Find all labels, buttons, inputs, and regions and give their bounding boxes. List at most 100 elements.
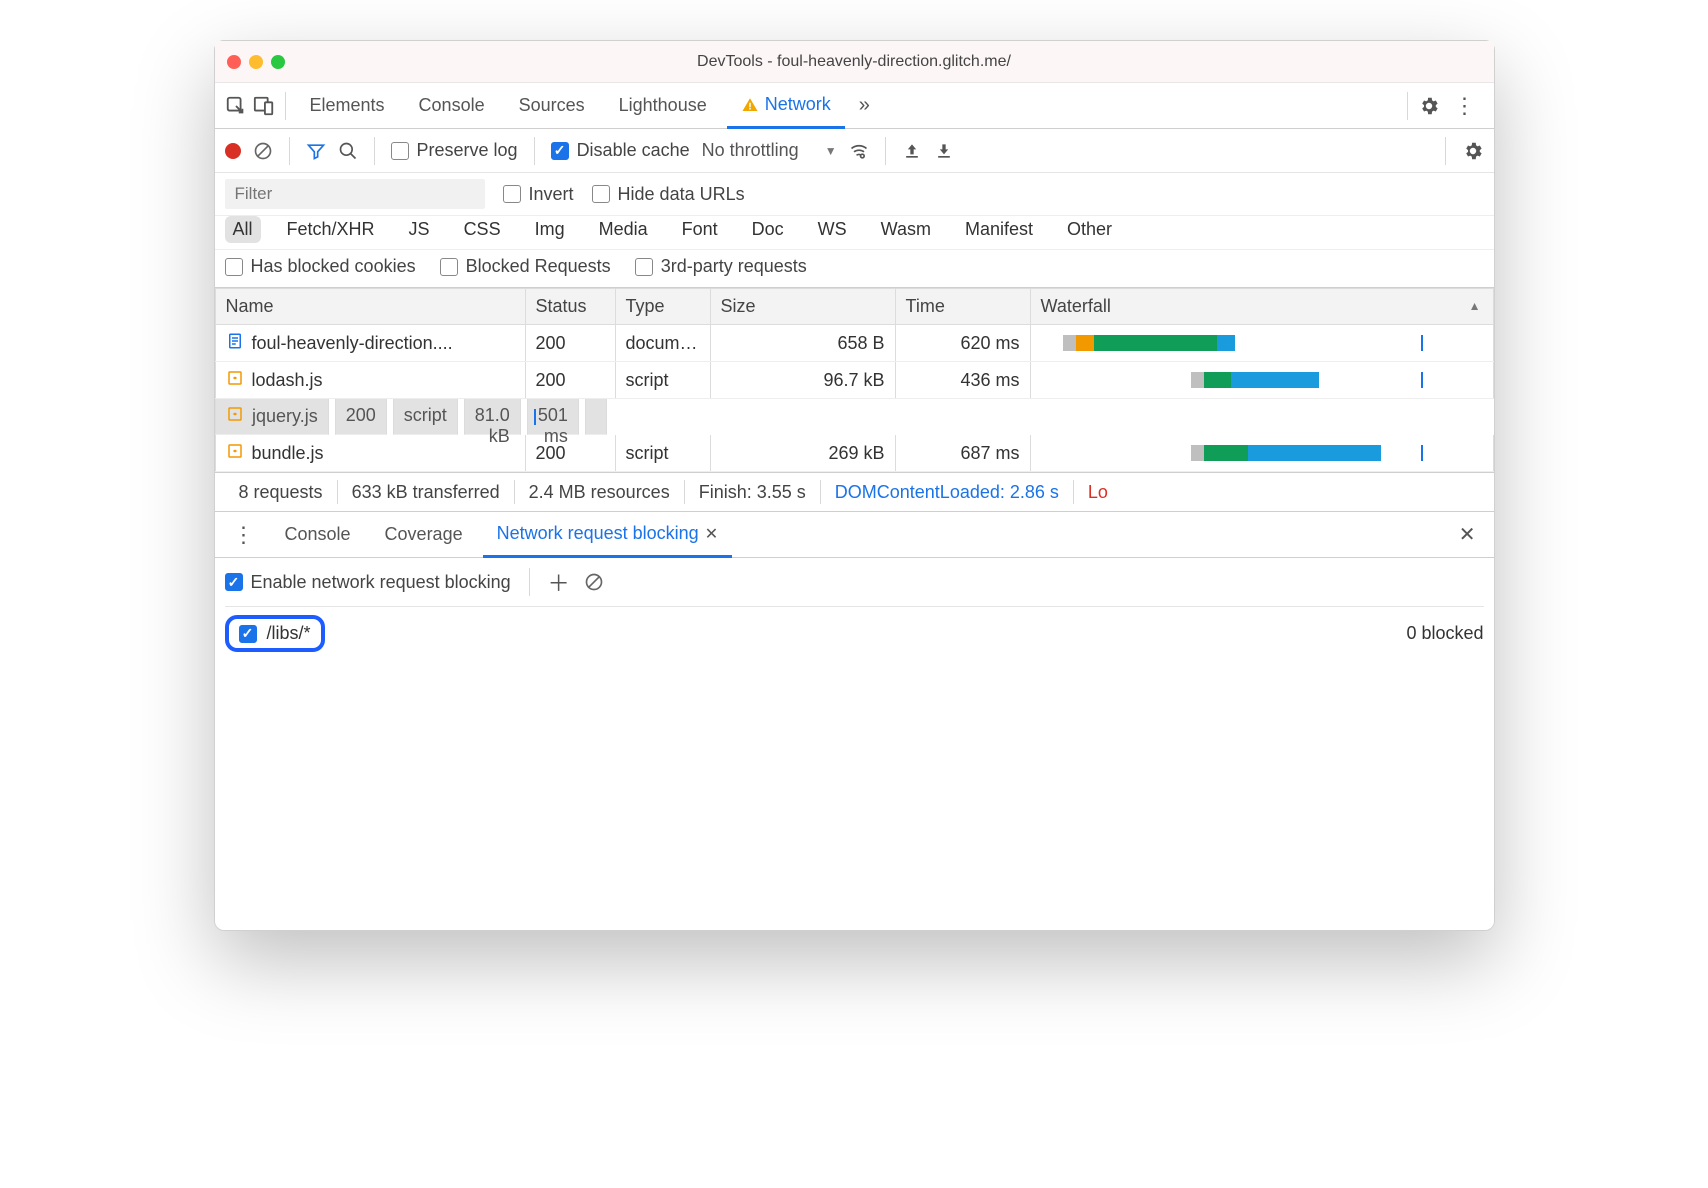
table-row[interactable]: bundle.js 200 script 269 kB 687 ms xyxy=(215,435,1493,472)
type-chip-css[interactable]: CSS xyxy=(456,216,509,243)
network-settings-icon[interactable] xyxy=(1462,140,1484,162)
blocked-requests-checkbox[interactable]: Blocked Requests xyxy=(440,256,611,277)
export-har-icon[interactable] xyxy=(934,141,954,161)
tab-label: Console xyxy=(285,524,351,545)
network-conditions-icon[interactable] xyxy=(849,141,869,161)
cell-name[interactable]: lodash.js xyxy=(215,362,525,399)
cell-type: script xyxy=(615,362,710,399)
pattern-item[interactable]: /libs/* xyxy=(225,615,325,652)
warning-icon xyxy=(741,96,759,114)
col-waterfall[interactable]: Waterfall▲ xyxy=(1030,289,1493,325)
hide-data-urls-checkbox[interactable]: Hide data URLs xyxy=(592,184,745,205)
checkbox-label: Disable cache xyxy=(577,140,690,161)
search-icon[interactable] xyxy=(338,141,358,161)
inspect-icon[interactable] xyxy=(225,95,247,117)
tab-network[interactable]: Network xyxy=(727,83,845,129)
tab-lighthouse[interactable]: Lighthouse xyxy=(605,83,721,129)
record-button[interactable] xyxy=(225,143,241,159)
drawer-tab-network-blocking[interactable]: Network request blocking ✕ xyxy=(483,512,733,558)
table-row[interactable]: foul-heavenly-direction.... 200 docum… 6… xyxy=(215,325,1493,362)
enable-blocking-checkbox[interactable]: Enable network request blocking xyxy=(225,572,511,593)
summary-load: Lo xyxy=(1074,482,1122,503)
type-chip-media[interactable]: Media xyxy=(591,216,656,243)
add-pattern-icon[interactable]: ＋ xyxy=(548,566,570,598)
type-chip-manifest[interactable]: Manifest xyxy=(957,216,1041,243)
checkbox-icon[interactable] xyxy=(440,258,458,276)
type-chip-font[interactable]: Font xyxy=(674,216,726,243)
col-status[interactable]: Status xyxy=(525,289,615,325)
close-tab-icon[interactable]: ✕ xyxy=(705,524,718,544)
checkbox-icon[interactable] xyxy=(239,625,257,643)
script-file-icon xyxy=(226,405,244,428)
cell-waterfall xyxy=(1030,362,1493,399)
cell-status: 200 xyxy=(525,362,615,399)
type-chip-all[interactable]: All xyxy=(225,216,261,243)
checkbox-icon[interactable] xyxy=(391,142,409,160)
divider xyxy=(374,137,375,165)
import-har-icon[interactable] xyxy=(902,141,922,161)
network-toolbar: Preserve log Disable cache No throttling… xyxy=(215,129,1494,173)
file-name: lodash.js xyxy=(252,370,323,391)
checkbox-icon[interactable] xyxy=(635,258,653,276)
filter-bar: Invert Hide data URLs xyxy=(215,173,1494,216)
cell-name[interactable]: foul-heavenly-direction.... xyxy=(215,325,525,362)
drawer-kebab-icon[interactable]: ⋮ xyxy=(223,522,265,548)
col-type[interactable]: Type xyxy=(615,289,710,325)
checkbox-label: Blocked Requests xyxy=(466,256,611,277)
cell-waterfall xyxy=(1030,325,1493,362)
disable-cache-checkbox[interactable]: Disable cache xyxy=(551,140,690,161)
checkbox-icon[interactable] xyxy=(225,573,243,591)
checkbox-icon[interactable] xyxy=(225,258,243,276)
col-name[interactable]: Name xyxy=(215,289,525,325)
cell-size: 81.0 kB xyxy=(464,399,521,435)
titlebar: DevTools - foul-heavenly-direction.glitc… xyxy=(215,41,1494,83)
preserve-log-checkbox[interactable]: Preserve log xyxy=(391,140,518,161)
cell-status: 200 xyxy=(525,325,615,362)
invert-checkbox[interactable]: Invert xyxy=(503,184,574,205)
summary-dcl: DOMContentLoaded: 2.86 s xyxy=(821,482,1073,503)
third-party-checkbox[interactable]: 3rd-party requests xyxy=(635,256,807,277)
type-chip-wasm[interactable]: Wasm xyxy=(873,216,939,243)
table-row[interactable]: jquery.js 200 script 81.0 kB 501 ms xyxy=(215,399,525,435)
type-chip-doc[interactable]: Doc xyxy=(744,216,792,243)
checkbox-label: 3rd-party requests xyxy=(661,256,807,277)
tab-sources[interactable]: Sources xyxy=(505,83,599,129)
type-chip-img[interactable]: Img xyxy=(527,216,573,243)
remove-all-patterns-icon[interactable] xyxy=(584,572,604,592)
checkbox-label: Has blocked cookies xyxy=(251,256,416,277)
close-drawer-icon[interactable]: ✕ xyxy=(1459,522,1486,547)
tab-elements[interactable]: Elements xyxy=(296,83,399,129)
tab-console[interactable]: Console xyxy=(405,83,499,129)
network-table: Name Status Type Size Time Waterfall▲ fo… xyxy=(215,288,1494,472)
settings-icon[interactable] xyxy=(1418,95,1440,117)
cell-name[interactable]: jquery.js xyxy=(215,399,329,435)
device-toggle-icon[interactable] xyxy=(253,95,275,117)
type-chip-ws[interactable]: WS xyxy=(810,216,855,243)
summary-transferred: 633 kB transferred xyxy=(338,482,514,503)
filter-toggle-icon[interactable] xyxy=(306,141,326,161)
cell-time: 620 ms xyxy=(895,325,1030,362)
col-label: Waterfall xyxy=(1041,296,1111,316)
type-chip-fetch-xhr[interactable]: Fetch/XHR xyxy=(279,216,383,243)
cell-name[interactable]: bundle.js xyxy=(215,435,525,472)
kebab-menu-icon[interactable]: ⋮ xyxy=(1446,93,1484,119)
table-row[interactable]: lodash.js 200 script 96.7 kB 436 ms xyxy=(215,362,1493,399)
has-blocked-cookies-checkbox[interactable]: Has blocked cookies xyxy=(225,256,416,277)
clear-icon[interactable] xyxy=(253,141,273,161)
type-chip-js[interactable]: JS xyxy=(401,216,438,243)
drawer-tab-coverage[interactable]: Coverage xyxy=(371,512,477,558)
checkbox-icon[interactable] xyxy=(592,185,610,203)
checkbox-icon[interactable] xyxy=(503,185,521,203)
throttling-select[interactable]: No throttling ▼ xyxy=(702,140,837,161)
more-tabs-icon[interactable]: » xyxy=(851,94,878,117)
col-size[interactable]: Size xyxy=(710,289,895,325)
summary-requests: 8 requests xyxy=(225,482,337,503)
pattern-text: /libs/* xyxy=(267,623,311,644)
checkbox-icon[interactable] xyxy=(551,142,569,160)
tab-label: Lighthouse xyxy=(619,95,707,116)
select-value: No throttling xyxy=(702,140,799,161)
drawer-tab-console[interactable]: Console xyxy=(271,512,365,558)
type-chip-other[interactable]: Other xyxy=(1059,216,1120,243)
filter-input[interactable] xyxy=(225,179,485,209)
col-time[interactable]: Time xyxy=(895,289,1030,325)
